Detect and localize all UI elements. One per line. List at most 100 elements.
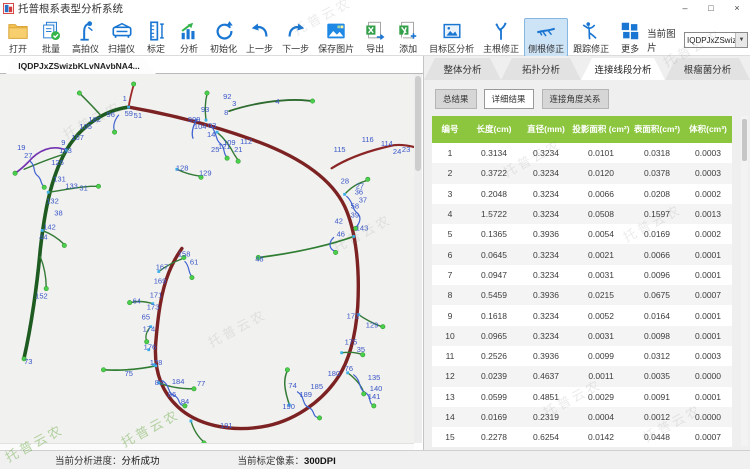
cell: 0.0052 <box>572 311 630 321</box>
cell: 0.6254 <box>520 432 572 442</box>
table-row[interactable]: 140.01690.23190.00040.00120.0000 <box>432 407 732 427</box>
segment-label: 158 <box>178 250 191 259</box>
detailed-results-button[interactable]: 详细结果 <box>484 89 534 109</box>
tab-segment-analysis[interactable]: 连接线段分析 <box>581 58 665 80</box>
cell: 0.0096 <box>630 270 684 280</box>
table-row[interactable]: 130.05990.48510.00290.00910.0001 <box>432 387 732 407</box>
root-tip-marker <box>310 99 314 103</box>
refresh-icon <box>212 20 236 42</box>
table-body: 10.31340.32340.01010.03180.000320.37220.… <box>432 143 732 447</box>
maximize-button[interactable]: □ <box>698 1 724 16</box>
minimize-button[interactable]: – <box>672 1 698 16</box>
table-row[interactable]: 100.09650.32340.00310.00980.0001 <box>432 326 732 346</box>
table-row[interactable]: 90.16180.32340.00520.01640.0001 <box>432 305 732 325</box>
app-window: 托普根系表型分析系统 – □ × 打开 批量 高拍仪 扫描仪 标定 <box>0 0 750 469</box>
column-header: 表面积(cm²) <box>630 124 684 134</box>
toolbar-main-root-fix-button[interactable]: 主根修正 <box>479 18 523 57</box>
total-results-button[interactable]: 总结果 <box>435 89 477 109</box>
segment-label: 107 <box>71 133 84 142</box>
table-scrollbar[interactable] <box>741 116 748 446</box>
toolbar-analyze-button[interactable]: 分析 <box>173 18 205 57</box>
junction-marker <box>352 235 355 238</box>
segment-label: 1 <box>123 94 127 103</box>
cell: 0.5459 <box>468 290 520 300</box>
cell: 0.3936 <box>520 229 572 239</box>
table-row[interactable]: 70.09470.32340.00310.00960.0001 <box>432 265 732 285</box>
cell: 0.0965 <box>468 331 520 341</box>
cell: 0.0215 <box>572 290 630 300</box>
root-path <box>30 161 44 186</box>
toolbar-doc-camera-button[interactable]: 高拍仪 <box>68 18 103 57</box>
table-row[interactable]: 150.22780.62540.01420.04480.0007 <box>432 427 732 447</box>
segment-label: 76 <box>345 364 353 373</box>
toolbar-save-image-button[interactable]: 保存图片 <box>314 18 358 57</box>
cell: 0.0003 <box>684 148 732 158</box>
cell: 0.3234 <box>520 250 572 260</box>
table-row[interactable]: 80.54590.39360.02150.06750.0007 <box>432 285 732 305</box>
toolbar-export-button[interactable]: 导出 <box>359 18 391 57</box>
toolbar-calibrate-button[interactable]: 标定 <box>140 18 172 57</box>
table-row[interactable]: 10.31340.32340.01010.03180.0003 <box>432 143 732 163</box>
cell: 5 <box>432 229 468 239</box>
table-row[interactable]: 60.06450.32340.00210.00660.0001 <box>432 244 732 264</box>
toolbar-track-fix-button[interactable]: 跟踪修正 <box>569 18 613 57</box>
root-tip-marker <box>285 368 289 372</box>
cell: 0.0312 <box>630 351 684 361</box>
viewer-horizontal-scrollbar[interactable] <box>0 443 414 450</box>
junction-marker <box>216 131 219 134</box>
tab-topology-analysis[interactable]: 拓扑分析 <box>501 58 581 80</box>
segments-table: 编号长度(cm)直径(mm)投影面积 (cm²)表面积(cm²)体积(cm³) … <box>432 116 732 447</box>
cell: 0.3234 <box>520 168 572 178</box>
cell: 0.0029 <box>572 392 630 402</box>
segment-label: 21 <box>234 145 242 154</box>
toolbar-target-area-button[interactable]: 目标区分析 <box>425 18 478 57</box>
tab-overall-analysis[interactable]: 整体分析 <box>424 58 501 80</box>
table-row[interactable]: 41.57220.32340.05080.15970.0013 <box>432 204 732 224</box>
cell: 0.0001 <box>684 331 732 341</box>
toolbar-lateral-root-fix-button[interactable]: 侧根修正 <box>524 18 568 57</box>
table-row[interactable]: 20.37220.32340.01200.03780.0003 <box>432 163 732 183</box>
toolbar-initialize-button[interactable]: 初始化 <box>206 18 241 57</box>
toolbar-open-button[interactable]: 打开 <box>2 18 34 57</box>
cell: 14 <box>432 412 468 422</box>
junction-marker <box>127 106 130 109</box>
cell: 0.0599 <box>468 392 520 402</box>
main-toolbar: 打开 批量 高拍仪 扫描仪 标定 分析 初始化 上一步 <box>0 16 750 56</box>
chevron-down-icon[interactable]: ▼ <box>735 33 747 47</box>
cell: 0.1597 <box>630 209 684 219</box>
cell: 0.0000 <box>684 371 732 381</box>
segment-label: 37 <box>359 195 367 204</box>
root-image-canvas[interactable]: 1965951182105107912312613113331132381424… <box>0 74 414 443</box>
toolbar-next-step-button[interactable]: 下一步 <box>278 18 313 57</box>
column-header: 投影面积 (cm²) <box>572 124 630 134</box>
table-row[interactable]: 30.20480.32340.00660.02080.0002 <box>432 184 732 204</box>
table-row[interactable]: 120.02390.46370.00110.00350.0000 <box>432 366 732 386</box>
cell: 0.0164 <box>630 311 684 321</box>
table-row[interactable]: 50.13650.39360.00540.01690.0002 <box>432 224 732 244</box>
toolbar-prev-step-button[interactable]: 上一步 <box>242 18 277 57</box>
cell: 0.0947 <box>468 270 520 280</box>
segment-label: 126 <box>51 158 64 167</box>
toolbar-add-button[interactable]: 添加 <box>392 18 424 57</box>
table-row[interactable]: 110.25260.39360.00990.03120.0003 <box>432 346 732 366</box>
toolbar-batch-button[interactable]: 批量 <box>35 18 67 57</box>
cell: 0.1365 <box>468 229 520 239</box>
segment-label: 77 <box>197 379 205 388</box>
toolbar-scanner-button[interactable]: 扫描仪 <box>104 18 139 57</box>
cell: 0.0098 <box>630 331 684 341</box>
root-path <box>191 421 204 442</box>
segment-label: 171 <box>150 291 163 300</box>
cell: 6 <box>432 250 468 260</box>
segment-label: 23 <box>402 145 410 154</box>
toolbar-more-button[interactable]: 更多 <box>614 18 646 57</box>
viewer-image-tab[interactable]: IQDPJxZSwizbKLvNAvbNA4... <box>6 57 156 74</box>
tab-rhizobium-analysis[interactable]: 根瘤菌分析 <box>665 58 750 80</box>
current-image-dropdown[interactable]: IQDPJxZSwizb# ▼ <box>684 32 748 48</box>
segment-label: 14 <box>207 130 215 139</box>
viewer-vertical-scrollbar[interactable] <box>414 74 422 443</box>
close-button[interactable]: × <box>724 1 750 16</box>
angle-relation-button[interactable]: 连接角度关系 <box>542 89 609 109</box>
cell: 0.2526 <box>468 351 520 361</box>
segment-label: 172 <box>347 312 360 321</box>
segment-label: 65 <box>142 313 150 322</box>
